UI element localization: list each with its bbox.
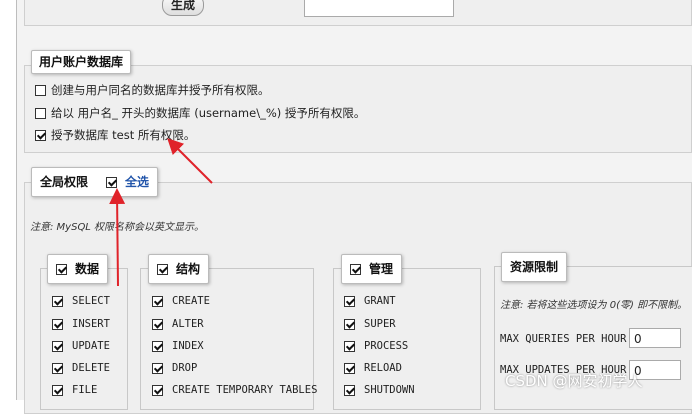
global-privileges-title: 全局权限 — [40, 175, 89, 189]
priv-drop-label: DROP — [172, 362, 198, 374]
priv-alter-checkbox[interactable] — [152, 318, 163, 330]
grant-wildcard-db-label: 给以 用户名_ 开头的数据库 (username\_%) 授予所有权限。 — [51, 106, 366, 120]
priv-grant-label: GRANT — [364, 295, 396, 307]
priv-insert-checkbox[interactable] — [52, 318, 63, 330]
priv-reload-label: RELOAD — [364, 362, 402, 374]
grant-wildcard-db-option[interactable]: 给以 用户名_ 开头的数据库 (username\_%) 授予所有权限。 — [35, 106, 365, 120]
global-privileges-note: 注意: MySQL 权限名称会以英文显示。 — [30, 222, 205, 233]
priv-delete-label: DELETE — [72, 362, 110, 374]
data-group-checkbox[interactable] — [56, 264, 67, 275]
priv-file-label: FILE — [72, 384, 98, 396]
priv-alter-label: ALTER — [172, 318, 204, 330]
grant-wildcard-db-checkbox[interactable] — [35, 108, 46, 119]
structure-group-label: 结构 — [176, 262, 201, 276]
priv-create-temporary-tables[interactable]: CREATE TEMPORARY TABLES — [152, 383, 317, 397]
priv-select[interactable]: SELECT — [52, 294, 110, 308]
resource-limits-note: 注意: 若将这些选项设为 0(零) 即不限制。 — [500, 300, 688, 311]
priv-insert[interactable]: INSERT — [52, 317, 110, 331]
priv-drop[interactable]: DROP — [152, 361, 197, 375]
priv-insert-label: INSERT — [72, 318, 110, 330]
priv-create-temporary-tables-label: CREATE TEMPORARY TABLES — [172, 384, 318, 396]
data-privileges-legend[interactable]: 数据 — [47, 254, 109, 284]
create-same-name-db-label: 创建与用户同名的数据库并授予所有权限。 — [51, 83, 270, 97]
priv-create-temporary-tables-checkbox[interactable] — [152, 384, 163, 396]
select-all-checkbox[interactable] — [106, 177, 118, 188]
user-database-legend: 用户账户数据库 — [31, 50, 132, 74]
priv-grant-checkbox[interactable] — [344, 295, 355, 307]
admin-privileges-legend[interactable]: 管理 — [341, 254, 403, 284]
admin-group-label: 管理 — [369, 262, 394, 276]
priv-process[interactable]: PROCESS — [344, 339, 408, 353]
priv-update-checkbox[interactable] — [52, 340, 63, 352]
priv-delete-checkbox[interactable] — [52, 362, 63, 374]
priv-index-label: INDEX — [172, 340, 204, 352]
priv-super-label: SUPER — [364, 318, 396, 330]
priv-shutdown[interactable]: SHUTDOWN — [344, 383, 415, 397]
priv-process-label: PROCESS — [364, 340, 409, 352]
generated-password-input[interactable] — [304, 0, 454, 17]
priv-shutdown-checkbox[interactable] — [344, 384, 355, 396]
priv-super[interactable]: SUPER — [344, 317, 396, 331]
data-group-label: 数据 — [75, 262, 100, 276]
priv-create-checkbox[interactable] — [152, 295, 163, 307]
priv-create-label: CREATE — [172, 295, 210, 307]
priv-index-checkbox[interactable] — [152, 340, 163, 352]
max-queries-label: MAX QUERIES PER HOUR — [500, 333, 627, 345]
priv-shutdown-label: SHUTDOWN — [364, 384, 415, 396]
priv-update[interactable]: UPDATE — [52, 339, 110, 353]
priv-create[interactable]: CREATE — [152, 294, 210, 308]
priv-process-checkbox[interactable] — [344, 340, 355, 352]
structure-privileges-legend[interactable]: 结构 — [148, 254, 210, 284]
priv-select-label: SELECT — [72, 295, 110, 307]
left-gutter — [0, 0, 16, 400]
grant-test-db-checkbox[interactable] — [35, 130, 46, 141]
priv-file[interactable]: FILE — [52, 383, 97, 397]
priv-super-checkbox[interactable] — [344, 318, 355, 330]
admin-group-checkbox[interactable] — [350, 264, 361, 275]
generate-password-button[interactable]: 生成 — [162, 0, 204, 16]
grant-test-db-option[interactable]: 授予数据库 test 所有权限。 — [35, 128, 195, 142]
priv-grant[interactable]: GRANT — [344, 294, 396, 308]
global-privileges-legend: 全局权限 全选 — [31, 167, 159, 197]
priv-reload[interactable]: RELOAD — [344, 361, 402, 375]
priv-reload-checkbox[interactable] — [344, 362, 355, 374]
structure-group-checkbox[interactable] — [157, 264, 168, 275]
csdn-watermark: CSDN @网安初学人 — [505, 372, 643, 390]
max-queries-input[interactable]: 0 — [629, 328, 681, 348]
priv-update-label: UPDATE — [72, 340, 110, 352]
priv-select-checkbox[interactable] — [52, 295, 63, 307]
priv-file-checkbox[interactable] — [52, 384, 63, 396]
grant-test-db-label: 授予数据库 test 所有权限。 — [51, 128, 196, 142]
create-same-name-db-option[interactable]: 创建与用户同名的数据库并授予所有权限。 — [35, 83, 270, 97]
priv-index[interactable]: INDEX — [152, 339, 204, 353]
create-same-name-db-checkbox[interactable] — [35, 85, 46, 96]
select-all-label[interactable]: 全选 — [125, 175, 149, 189]
priv-drop-checkbox[interactable] — [152, 362, 163, 374]
priv-alter[interactable]: ALTER — [152, 317, 204, 331]
resource-limits-legend: 资源限制 — [501, 252, 568, 282]
priv-delete[interactable]: DELETE — [52, 361, 110, 375]
